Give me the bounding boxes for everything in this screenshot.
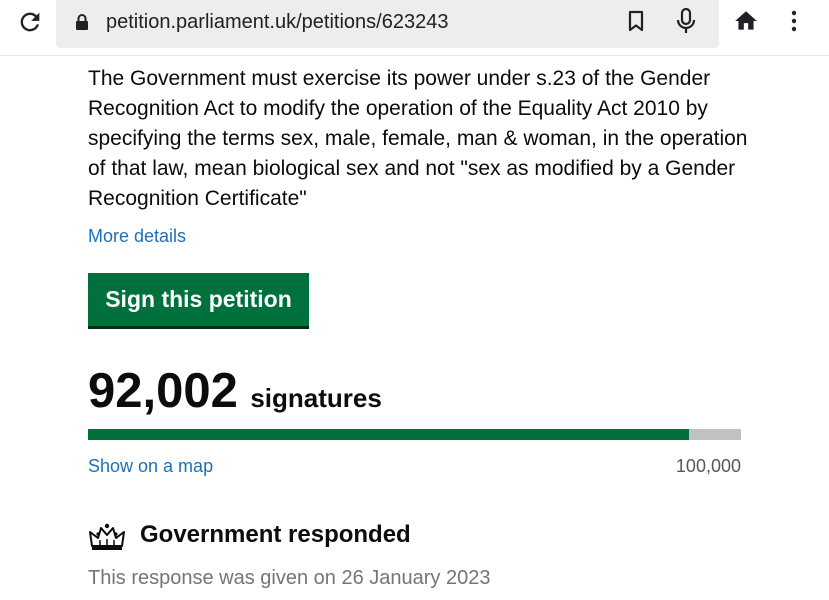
lock-icon[interactable] [74, 13, 90, 31]
petition-summary: The Government must exercise its power u… [88, 67, 748, 210]
signature-count-row: 92,002 signatures [88, 363, 382, 419]
url-text[interactable]: petition.parliament.uk/petitions/623243 [106, 11, 448, 34]
signature-progress-fill [88, 429, 689, 440]
more-details-link[interactable]: More details [88, 226, 186, 247]
bookmark-icon[interactable] [625, 9, 647, 33]
signature-target: 100,000 [675, 456, 741, 476]
show-on-map-link[interactable]: Show on a map [88, 456, 213, 477]
response-date: This response was given on 26 January 20… [88, 567, 491, 589]
signature-count: 92,002 [88, 364, 238, 418]
home-icon[interactable] [733, 8, 759, 34]
government-responded-heading: Government responded [140, 521, 411, 548]
sign-petition-button[interactable]: Sign this petition [88, 273, 309, 326]
browser-toolbar: petition.parliament.uk/petitions/623243 [0, 0, 829, 56]
address-bar[interactable]: petition.parliament.uk/petitions/623243 [56, 0, 719, 48]
crown-icon [89, 523, 125, 550]
signature-count-label: signatures [250, 383, 382, 413]
signature-progress-bar [88, 429, 741, 440]
menu-dots-icon[interactable] [786, 8, 802, 34]
mic-icon[interactable] [674, 7, 698, 35]
reload-icon[interactable] [16, 8, 44, 36]
